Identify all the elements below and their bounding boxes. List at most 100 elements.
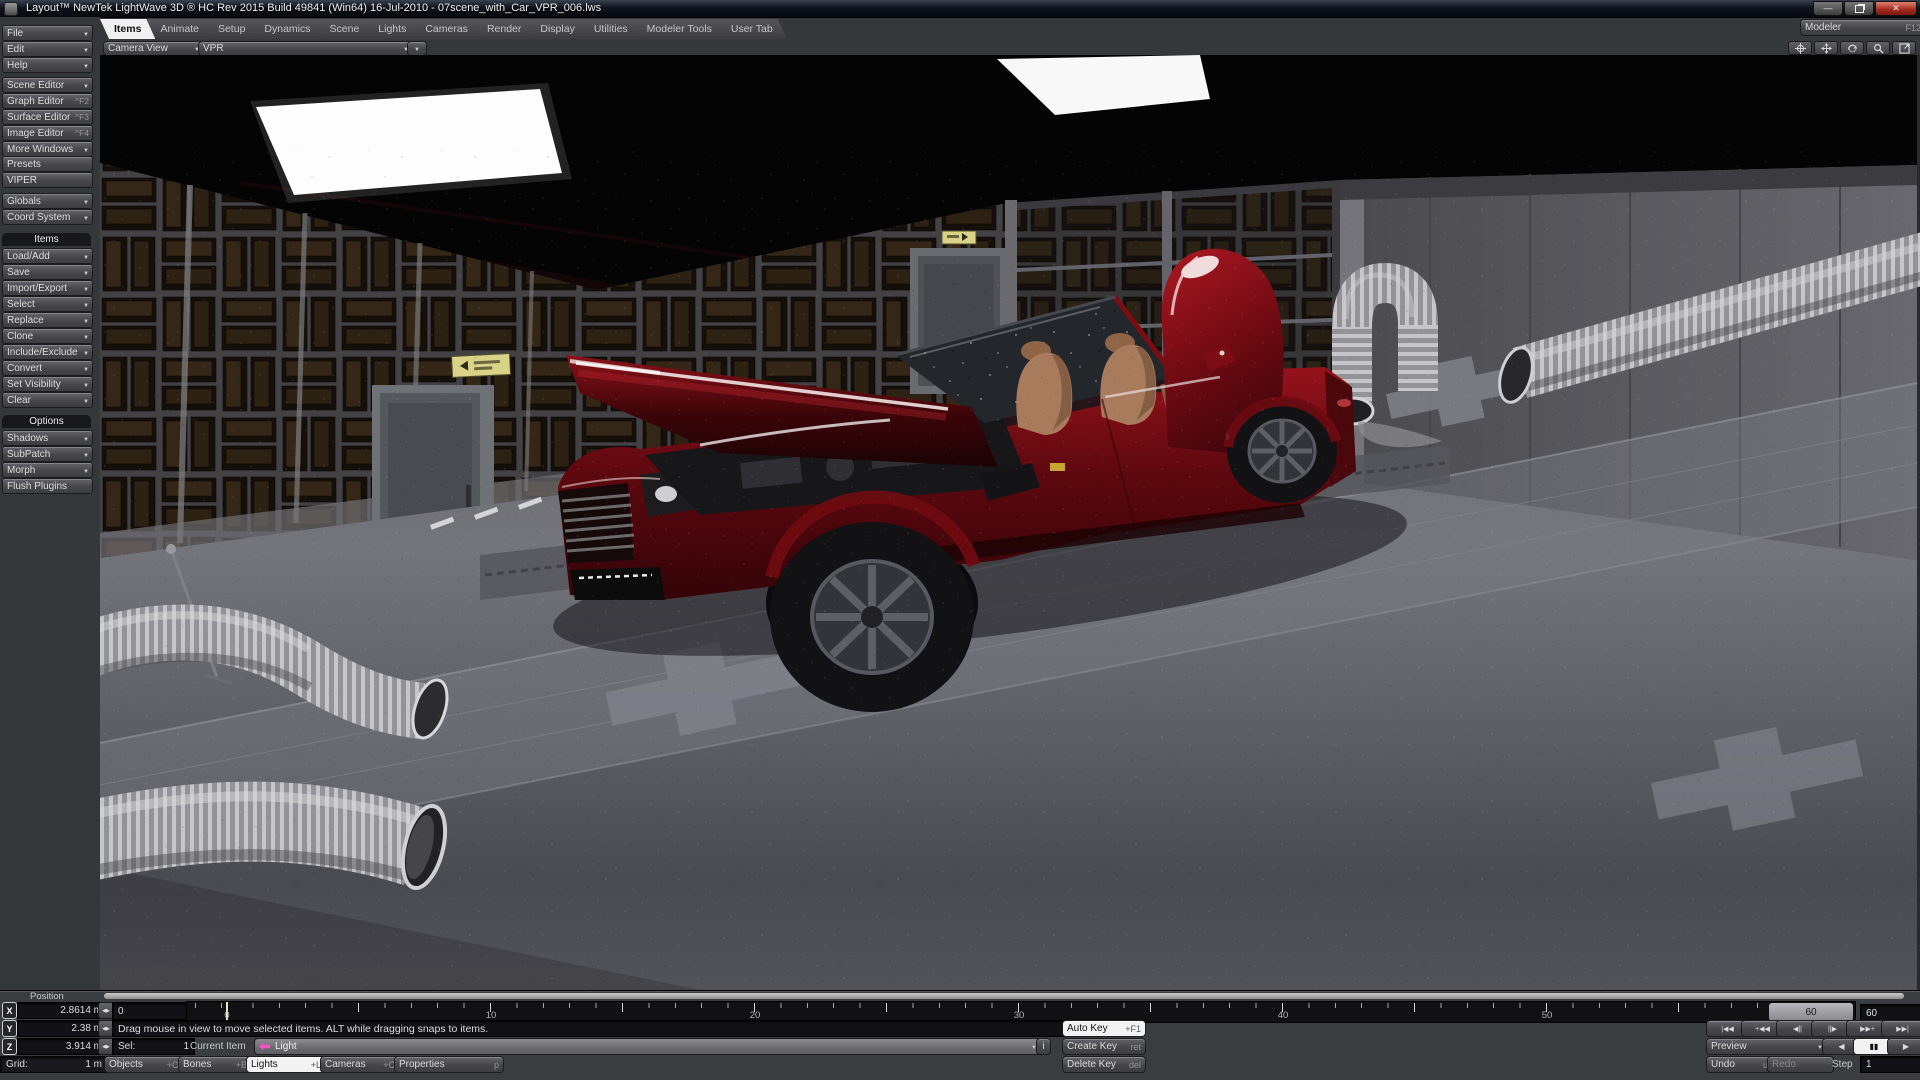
sidebar-item-graph-editor[interactable]: Graph Editor^F2 — [2, 93, 93, 109]
sidebar-item-file[interactable]: File — [2, 25, 93, 41]
tab-render[interactable]: Render — [473, 19, 535, 39]
bones-mode-button[interactable]: Bones+B — [178, 1056, 252, 1073]
move-icon[interactable] — [1814, 41, 1838, 55]
tab-cameras[interactable]: Cameras — [411, 19, 482, 39]
chevron-down-icon — [83, 347, 89, 358]
restore-icon[interactable] — [1844, 1, 1874, 16]
preview-dropdown[interactable]: Preview — [1706, 1038, 1828, 1055]
sidebar-item-surface-editor[interactable]: Surface Editor^F3 — [2, 109, 93, 125]
undo-button[interactable]: Undou — [1706, 1056, 1773, 1073]
sidebar-item-coord-system[interactable]: Coord System — [2, 209, 93, 225]
sidebar-item-select[interactable]: Select — [2, 296, 93, 312]
tab-lights[interactable]: Lights — [364, 19, 420, 39]
chevron-down-icon — [83, 80, 89, 91]
grid-size-field: Grid:1 m — [0, 1056, 108, 1073]
pan-icon[interactable] — [1788, 41, 1812, 55]
create-key-button[interactable]: Create Keyret — [1062, 1038, 1146, 1055]
sidebar-item-help[interactable]: Help — [2, 57, 93, 73]
sidebar-item-more-windows[interactable]: More Windows — [2, 141, 93, 157]
chevron-down-icon — [83, 465, 89, 476]
sidebar-item-subpatch[interactable]: SubPatch — [2, 446, 93, 462]
current-item-dropdown[interactable]: Light — [254, 1038, 1042, 1055]
chevron-down-icon — [83, 251, 89, 262]
x-axis-badge: X — [2, 1002, 17, 1019]
sidebar-item-globals[interactable]: Globals — [2, 193, 93, 209]
item-info-button[interactable]: i — [1036, 1038, 1051, 1055]
tab-items[interactable]: Items — [100, 19, 155, 39]
tab-display[interactable]: Display — [526, 19, 588, 39]
chevron-down-icon — [83, 299, 89, 310]
timeline-slider-handle[interactable]: 60 — [1768, 1002, 1854, 1022]
sidebar-item-set-visibility[interactable]: Set Visibility — [2, 376, 93, 392]
render-mode-dropdown[interactable]: VPR — [198, 41, 414, 56]
sidebar-item-edit[interactable]: Edit — [2, 41, 93, 57]
cameras-mode-button[interactable]: Cameras+C — [320, 1056, 400, 1073]
sidebar-item-load-add[interactable]: Load/Add — [2, 248, 93, 264]
tab-utilities[interactable]: Utilities — [580, 19, 642, 39]
position-y-field[interactable]: 2.38 m — [17, 1020, 108, 1037]
sidebar-item-image-editor[interactable]: Image Editor^F4 — [2, 125, 93, 141]
chevron-down-icon — [83, 379, 89, 390]
light-item-icon — [259, 1043, 270, 1051]
viewport-3d-scene[interactable] — [100, 55, 1920, 990]
modeler-button[interactable]: Modeler F12 — [1800, 19, 1920, 36]
sidebar-item-shadows[interactable]: Shadows — [2, 430, 93, 446]
main-tab-bar: Items Animate Setup Dynamics Scene Light… — [84, 17, 1920, 40]
chevron-down-icon — [83, 267, 89, 278]
sidebar: File Edit Help Scene Editor Graph Editor… — [0, 17, 100, 990]
sidebar-item-morph[interactable]: Morph — [2, 462, 93, 478]
y-axis-badge: Y — [2, 1020, 17, 1037]
objects-mode-button[interactable]: Objects+O — [104, 1056, 184, 1073]
tab-scene[interactable]: Scene — [316, 19, 374, 39]
tab-modeler-tools[interactable]: Modeler Tools — [633, 19, 726, 39]
chevron-down-icon — [83, 395, 89, 406]
tab-setup[interactable]: Setup — [204, 19, 259, 39]
sidebar-item-import-export[interactable]: Import/Export — [2, 280, 93, 296]
sidebar-item-convert[interactable]: Convert — [2, 360, 93, 376]
window-title: Layout™ NewTek LightWave 3D ® HC Rev 201… — [26, 2, 601, 14]
chevron-down-icon — [83, 196, 89, 207]
sidebar-item-clone[interactable]: Clone — [2, 328, 93, 344]
delete-key-button[interactable]: Delete Keydel — [1062, 1056, 1146, 1073]
sidebar-item-save[interactable]: Save — [2, 264, 93, 280]
tab-user-tab[interactable]: User Tab — [717, 19, 787, 39]
sidebar-item-clear[interactable]: Clear — [2, 392, 93, 408]
bottom-panel: Position X 2.8614 m 0 0 10 20 30 40 50 6… — [0, 990, 1920, 1080]
tab-dynamics[interactable]: Dynamics — [250, 19, 324, 39]
minimize-icon[interactable]: — — [1813, 1, 1843, 16]
chevron-down-icon — [83, 212, 89, 223]
zoom-icon[interactable] — [1866, 41, 1890, 55]
fit-icon[interactable] — [1892, 41, 1916, 55]
lights-mode-button[interactable]: Lights+L — [246, 1056, 326, 1073]
sidebar-item-scene-editor[interactable]: Scene Editor — [2, 77, 93, 93]
title-bar[interactable]: Layout™ NewTek LightWave 3D ® HC Rev 201… — [0, 0, 1920, 18]
rotate-icon[interactable] — [1840, 41, 1864, 55]
chevron-down-icon — [414, 43, 420, 54]
close-icon[interactable]: ✕ — [1875, 1, 1917, 16]
sidebar-item-flush-plugins[interactable]: Flush Plugins — [2, 478, 93, 494]
position-z-field[interactable]: 3.914 m — [17, 1038, 108, 1055]
timeline-scrollbar[interactable] — [104, 993, 1904, 999]
sidebar-item-viper[interactable]: VIPER — [2, 172, 93, 188]
sidebar-item-presets[interactable]: Presets — [2, 156, 93, 172]
chevron-down-icon — [83, 331, 89, 342]
current-frame-field[interactable]: 0 — [112, 1002, 195, 1020]
current-item-label: Current Item — [190, 1041, 246, 1052]
step-value-field[interactable]: 1 — [1860, 1056, 1920, 1073]
play-button[interactable]: ▶ — [1887, 1038, 1920, 1055]
status-hint: Drag mouse in view to move selected item… — [112, 1020, 1070, 1037]
selection-count-field: Sel:1 — [112, 1038, 195, 1055]
sidebar-item-include-exclude[interactable]: Include/Exclude — [2, 344, 93, 360]
position-x-field[interactable]: 2.8614 m — [17, 1002, 108, 1019]
chevron-down-icon — [83, 449, 89, 460]
options-section-header: Options — [2, 415, 91, 428]
viewport-extra-dropdown[interactable] — [407, 41, 427, 56]
view-mode-dropdown[interactable]: Camera View — [103, 41, 205, 56]
redo-button[interactable]: Redo — [1767, 1056, 1834, 1073]
tab-animate[interactable]: Animate — [146, 19, 213, 39]
auto-key-button[interactable]: Auto Key+F1 — [1062, 1020, 1146, 1037]
go-to-end-button[interactable]: ▶▶| — [1881, 1020, 1920, 1037]
app-icon — [4, 2, 18, 16]
properties-button[interactable]: Propertiesp — [394, 1056, 504, 1073]
sidebar-item-replace[interactable]: Replace — [2, 312, 93, 328]
